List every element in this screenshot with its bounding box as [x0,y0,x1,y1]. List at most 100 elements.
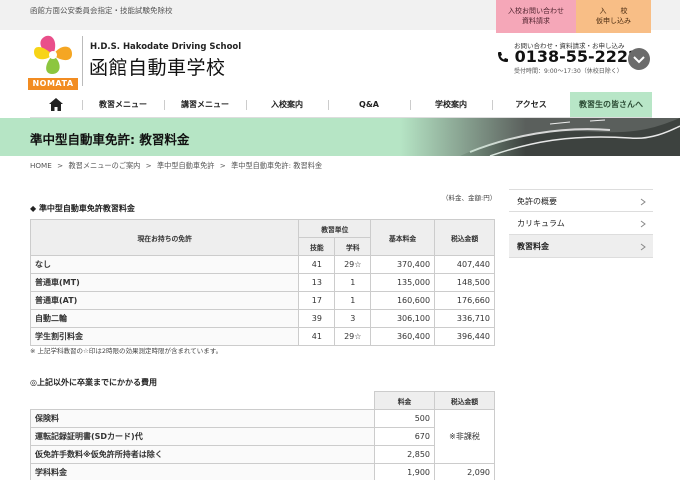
phone-text: 0138-55-2222 [514,47,640,66]
inquiry-request-button[interactable]: 入校お問い合わせ 資料請求 [496,0,576,33]
header-base: 基本料金 [370,219,436,256]
chevron-right-icon [640,243,646,251]
course-photo [400,118,680,156]
nav-lesson-menu[interactable]: 教習メニュー [82,92,164,117]
row-skill: 17 [298,291,336,310]
row-study: 1 [334,273,372,292]
application-label-2: 仮申し込み [596,17,631,25]
row-study: 29☆ [334,255,372,274]
logo-wordmark: NOMATA [28,78,78,90]
row-tax: 396,440 [434,327,495,346]
nav-students[interactable]: 教習生の皆さんへ [570,92,652,117]
header-blank [30,391,375,410]
table-row: 普通車(AT) 17 1 160,600 176,660 [29,291,495,310]
breadcrumb-current: 準中型自動車免許: 教習料金 [231,161,323,170]
side-item-fees[interactable]: 教習料金 [509,235,653,258]
chevron-right-icon [640,220,646,228]
tagline: 函館方面公安委員会指定・技能試験免除校 [30,6,173,15]
chevron-right-icon [640,198,646,206]
row-study: 1 [334,291,372,310]
row-fee: 500 [374,409,435,428]
nav-course-menu[interactable]: 講習メニュー [164,92,246,117]
provisional-application-button[interactable]: 入 校 仮申し込み [576,0,651,33]
header-skill: 技能 [298,237,336,256]
breadcrumb-separator: > [57,161,64,170]
row-tax: 336,710 [434,309,495,328]
nav-school-info[interactable]: 学校案内 [410,92,492,117]
row-tax: 176,660 [434,291,495,310]
unit-note: （料金、金額:円） [442,194,497,202]
header-study: 学科 [334,237,372,256]
side-item-overview[interactable]: 免許の概要 [509,189,653,212]
page-title: 準中型自動車免許: 教習料金 [30,132,190,147]
main-nav: 教習メニュー 講習メニュー 入校案内 Q&A 学校案内 アクセス 教習生の皆さん… [30,92,652,118]
fee-footnote: ※ 上記学科教習の☆印は2時限の効果測定時限が含まれています。 [30,347,223,355]
header-tax: 税込金額 [434,219,495,256]
row-tax: 407,440 [434,255,495,274]
row-skill: 41 [298,327,336,346]
table-row: 保険料 500 ※非課税 [30,409,495,464]
section-title-other-costs: ◎上記以外に卒業までにかかる費用 [30,378,157,387]
side-menu: 免許の概要 カリキュラム 教習料金 [509,189,653,258]
nav-home[interactable] [30,92,82,117]
table-row: 学科料金 1,900 2,090 [30,463,495,480]
row-tax: 2,090 [434,463,495,480]
row-skill: 39 [298,309,336,328]
menu-toggle-button[interactable] [628,48,650,70]
side-item-label: 教習料金 [517,242,549,251]
row-fee: 2,850 [374,445,435,464]
breadcrumb-separator: > [145,161,152,170]
side-item-label: カリキュラム [517,219,565,228]
office-hours: 受付時間：9:00〜17:30（休校日除く） [514,68,623,75]
breadcrumb-license[interactable]: 準中型自動車免許 [157,161,215,170]
row-base: 135,000 [370,273,436,292]
row-study: 29☆ [334,327,372,346]
breadcrumb-lesson-menu[interactable]: 教習メニューのご案内 [68,161,140,170]
row-fee: 1,900 [374,463,435,480]
table-row: 学生割引料金 41 29☆ 360,400 396,440 [29,327,495,346]
row-label: 学科料金 [30,463,375,480]
table-row: 自動二輪 39 3 306,100 336,710 [29,309,495,328]
nav-admission[interactable]: 入校案内 [246,92,328,117]
header-divider [82,36,83,86]
table-row: なし 41 29☆ 370,400 407,440 [29,255,495,274]
row-base: 370,400 [370,255,436,274]
section-title-fees: ◆ 準中型自動車免許教習料金 [30,204,135,213]
other-costs-table: 料金 税込金額 保険料 500 ※非課税 運転記録証明書(SDカード)代 670… [30,391,495,480]
row-tax: 148,500 [434,273,495,292]
phone-number[interactable]: 0138-55-2222 [497,47,639,66]
breadcrumb-home[interactable]: HOME [30,161,52,170]
row-skill: 41 [298,255,336,274]
header-units: 教習単位 [298,219,372,238]
row-base: 306,100 [370,309,436,328]
home-icon [49,98,63,111]
row-skill: 13 [298,273,336,292]
header-fee: 料金 [374,391,435,410]
inquiry-label-2: 資料請求 [522,17,550,25]
nav-qa[interactable]: Q&A [328,92,410,117]
row-tax-nontaxable: ※非課税 [434,409,495,464]
phone-icon [498,52,508,62]
side-item-label: 免許の概要 [517,197,557,206]
school-name-english: H.D.S. Hakodate Driving School [90,42,242,52]
row-label: 自動二輪 [29,309,300,328]
row-fee: 670 [374,427,435,446]
school-name-japanese[interactable]: 函館自動車学校 [89,53,226,80]
table-row: 運転記録証明書(SDカード)代 670 [30,427,495,446]
row-study: 3 [334,309,372,328]
chevron-down-icon [633,56,645,64]
row-label: 仮免許手数料※仮免許所持者は除く [30,445,375,464]
row-label: 普通車(AT) [29,291,300,310]
row-label: 保険料 [30,409,375,428]
side-item-curriculum[interactable]: カリキュラム [509,212,653,235]
logo-mark-icon[interactable] [30,32,76,78]
header-tax: 税込金額 [434,391,495,410]
table-row: 普通車(MT) 13 1 135,000 148,500 [29,273,495,292]
row-base: 360,400 [370,327,436,346]
page-banner: 準中型自動車免許: 教習料金 [0,118,680,156]
table-row: 仮免許手数料※仮免許所持者は除く 2,850 [30,445,495,464]
breadcrumb-separator: > [219,161,226,170]
row-base: 160,600 [370,291,436,310]
row-label: なし [29,255,300,274]
nav-access[interactable]: アクセス [492,92,570,117]
